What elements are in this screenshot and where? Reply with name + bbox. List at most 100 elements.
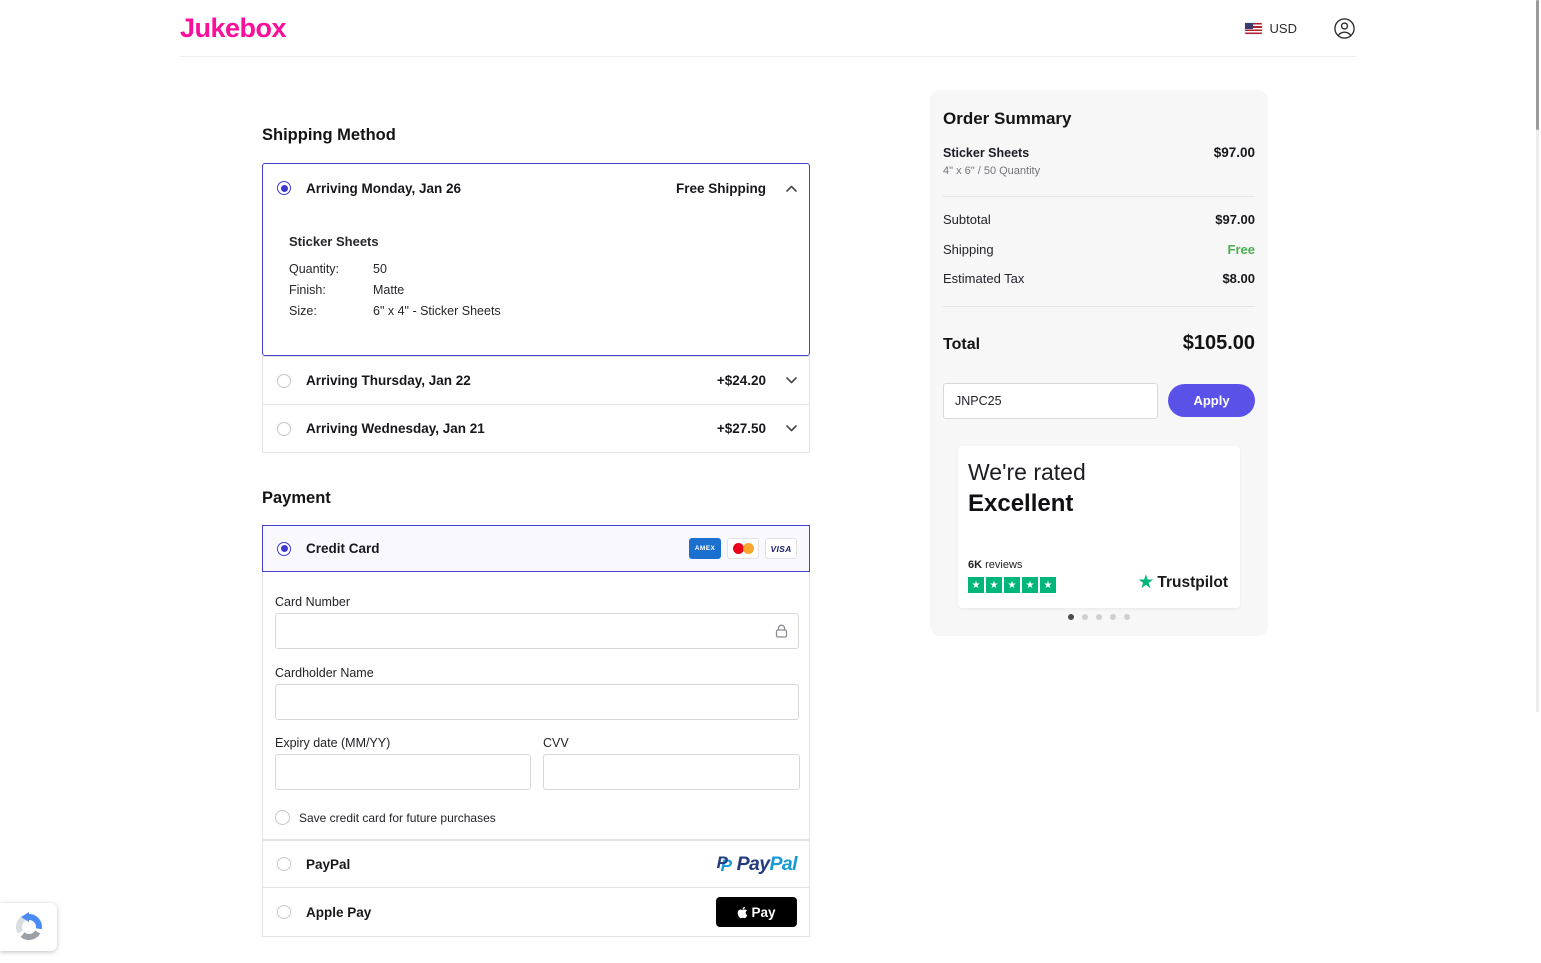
summary-item-desc: 4" x 6" / 50 Quantity	[943, 165, 1041, 177]
credit-card-form: Card Number Cardholder Name Expiry date …	[262, 572, 810, 840]
us-flag-icon	[1244, 22, 1262, 34]
mastercard-icon	[727, 538, 759, 559]
credit-card-radio[interactable]	[277, 541, 291, 556]
summary-total-value: $105.00	[1182, 332, 1255, 354]
trustpilot-reviews: 6K reviews	[968, 559, 1023, 571]
header-right: USD	[1244, 17, 1356, 40]
star-icon: ★	[968, 577, 984, 593]
payment-option-apple-pay[interactable]: Apple Pay Pay	[262, 887, 810, 937]
order-summary-title: Order Summary	[943, 109, 1072, 128]
shipping-option-1-header[interactable]: Arriving Monday, Jan 26 Free Shipping	[263, 164, 809, 212]
detail-label: Finish:	[289, 283, 326, 297]
star-icon: ★	[1022, 577, 1038, 593]
paypal-radio[interactable]	[277, 857, 291, 871]
account-button[interactable]	[1333, 17, 1356, 40]
amex-icon: AMEX	[689, 538, 721, 559]
visa-icon: VISA	[765, 538, 797, 559]
summary-item-price: $97.00	[1213, 145, 1255, 160]
card-brand-icons: AMEX VISA	[689, 538, 797, 559]
user-icon	[1334, 17, 1355, 39]
credit-card-label: Credit Card	[306, 541, 380, 556]
shipping-option-3-radio[interactable]	[277, 421, 291, 436]
shipping-date-label: Arriving Thursday, Jan 22	[306, 373, 471, 388]
expiry-input[interactable]	[275, 754, 531, 790]
carousel-dots	[930, 614, 1268, 620]
summary-row-value: Free	[1227, 242, 1255, 257]
shipping-price-label: +$24.20	[716, 373, 766, 388]
divider	[943, 306, 1255, 307]
trustpilot-excellent-text: Excellent	[968, 490, 1074, 517]
currency-selector[interactable]: USD	[1244, 20, 1297, 36]
shipping-price-label: +$27.50	[716, 421, 766, 436]
save-card-radio[interactable]	[275, 810, 290, 825]
trustpilot-logo: ★ Trustpilot	[1137, 572, 1228, 593]
summary-row-shipping: Shipping Free	[943, 242, 1255, 257]
shipping-option-1-radio[interactable]	[277, 181, 291, 195]
summary-total-label: Total	[943, 336, 981, 353]
summary-row-label: Estimated Tax	[943, 271, 1025, 286]
chevron-down-icon[interactable]	[786, 425, 797, 432]
star-icon: ★	[1040, 577, 1056, 593]
payment-option-credit-card[interactable]: Credit Card AMEX VISA	[262, 525, 810, 572]
summary-row-subtotal: Subtotal $97.00	[943, 212, 1255, 227]
detail-value: 6" x 4" - Sticker Sheets	[373, 304, 501, 318]
chevron-down-icon[interactable]	[786, 377, 797, 384]
apple-pay-button[interactable]: Pay	[716, 897, 797, 927]
carousel-dot[interactable]	[1110, 614, 1116, 620]
shipping-option-3-header[interactable]: Arriving Wednesday, Jan 21 +$27.50	[263, 405, 809, 452]
scrollbar-thumb[interactable]	[1536, 0, 1539, 130]
cvv-label: CVV	[543, 736, 569, 750]
trustpilot-stars: ★ ★ ★ ★ ★	[968, 577, 1056, 593]
trustpilot-rated-text: We're rated	[968, 459, 1086, 485]
apply-button[interactable]: Apply	[1168, 384, 1255, 417]
save-card-label: Save credit card for future purchases	[299, 810, 496, 825]
paypal-label: PayPal	[306, 856, 351, 872]
promo-code-input[interactable]	[943, 383, 1158, 419]
shipping-option-2-radio[interactable]	[277, 373, 291, 388]
payment-option-paypal[interactable]: PayPal P P Pay Pal	[262, 840, 810, 888]
chevron-up-icon[interactable]	[786, 185, 797, 192]
trustpilot-star-icon: ★	[1137, 572, 1155, 593]
shipping-option-details: Sticker Sheets Quantity: 50 Finish: Matt…	[263, 212, 809, 322]
product-name: Sticker Sheets	[289, 234, 379, 249]
summary-total-row: Total $105.00	[943, 332, 1255, 355]
save-card-option[interactable]: Save credit card for future purchases	[275, 810, 496, 825]
shipping-date-label: Arriving Wednesday, Jan 21	[306, 421, 485, 436]
carousel-dot[interactable]	[1096, 614, 1102, 620]
shipping-price-label: Free Shipping	[675, 180, 766, 196]
apple-icon	[738, 906, 748, 918]
expiry-label: Expiry date (MM/YY)	[275, 736, 391, 750]
card-number-input[interactable]	[275, 613, 799, 649]
shipping-option-2: Arriving Thursday, Jan 22 +$24.20	[262, 356, 810, 405]
currency-label: USD	[1269, 20, 1297, 36]
shipping-option-2-header[interactable]: Arriving Thursday, Jan 22 +$24.20	[263, 357, 809, 404]
summary-row-label: Shipping	[943, 242, 994, 257]
summary-row-value: $97.00	[1215, 212, 1255, 227]
shipping-method-title: Shipping Method	[262, 126, 396, 144]
order-summary: Order Summary Sticker Sheets $97.00 4" x…	[930, 90, 1268, 636]
brand-logo[interactable]: Jukebox	[180, 13, 287, 44]
recaptcha-badge[interactable]	[0, 903, 57, 951]
detail-row: Size: 6" x 4" - Sticker Sheets	[289, 301, 809, 322]
detail-label: Size:	[289, 304, 317, 318]
summary-item-row: Sticker Sheets $97.00	[943, 145, 1255, 160]
carousel-dot[interactable]	[1068, 614, 1074, 620]
summary-row-label: Subtotal	[943, 212, 991, 227]
detail-row: Finish: Matte	[289, 280, 809, 301]
recaptcha-icon	[15, 912, 42, 940]
card-number-label: Card Number	[275, 595, 351, 609]
carousel-dot[interactable]	[1082, 614, 1088, 620]
detail-label: Quantity:	[289, 262, 340, 276]
apple-pay-radio[interactable]	[277, 905, 291, 919]
apple-pay-label: Apple Pay	[306, 904, 372, 920]
detail-value: 50	[373, 262, 387, 276]
cvv-input[interactable]	[543, 754, 800, 790]
star-icon: ★	[986, 577, 1002, 593]
star-icon: ★	[1004, 577, 1020, 593]
paypal-logo: P P Pay Pal	[716, 852, 798, 876]
lock-icon	[775, 624, 788, 638]
cardholder-name-input[interactable]	[275, 684, 799, 720]
payment-title: Payment	[262, 489, 331, 507]
trustpilot-widget[interactable]: We're rated Excellent 6K reviews ★ ★ ★ ★…	[958, 446, 1240, 608]
carousel-dot[interactable]	[1124, 614, 1130, 620]
